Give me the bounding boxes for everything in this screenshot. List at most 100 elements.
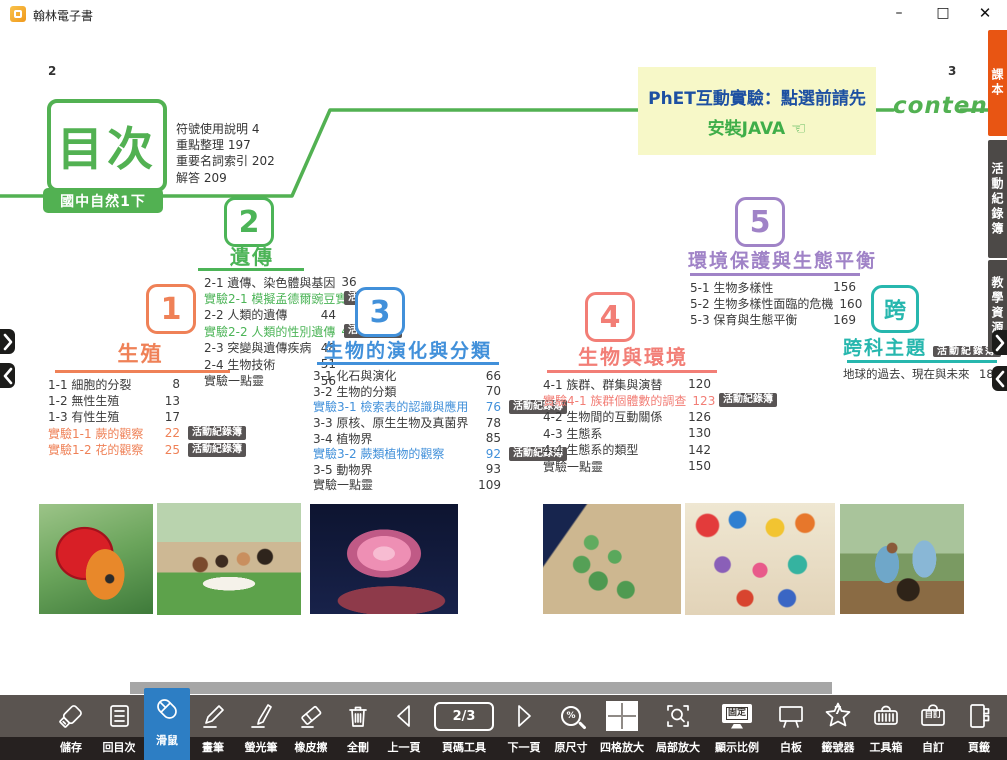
highlighter-pen-icon <box>246 695 276 737</box>
prev-page-button[interactable]: 上一頁 <box>380 695 428 760</box>
toc-item[interactable]: 3-1 化石與演化66 <box>313 368 501 384</box>
page-bottom-strip <box>130 682 832 694</box>
zoom-percent-icon: % <box>561 695 581 737</box>
four-grid-zoom-button[interactable]: 四格放大 <box>594 695 650 760</box>
number-picker-button[interactable]: 7 籤號器 <box>814 695 862 760</box>
pen-tool-button[interactable]: 畫筆 <box>190 695 236 760</box>
close-button[interactable]: ✕ <box>969 1 1001 26</box>
toc-item[interactable]: 5-1 生物多樣性156 <box>690 279 856 295</box>
left-edge-next-button[interactable] <box>0 329 15 354</box>
right-edge-next-button[interactable] <box>992 330 1007 355</box>
four-grid-icon <box>606 695 638 737</box>
chapter-1-icon: 1 <box>146 284 196 334</box>
region-zoom-button[interactable]: 局部放大 <box>650 695 706 760</box>
toc-item[interactable]: 4-2 生物間的互動關係126 <box>543 409 711 425</box>
left-page-number: 2 <box>48 64 56 78</box>
tab-textbook[interactable]: 課本 <box>988 30 1007 136</box>
delete-all-button[interactable]: 全刪 <box>336 695 380 760</box>
right-edge-prev-button[interactable] <box>992 366 1007 391</box>
highlighter-tool-button[interactable]: 螢光筆 <box>236 695 286 760</box>
chapter-5-icon: 5 <box>735 197 785 247</box>
toc-item[interactable]: 5-2 生物多樣性面臨的危機160 <box>690 295 856 311</box>
photo-pink-sea-anemone <box>310 504 458 614</box>
chapter-5-underline <box>690 273 860 276</box>
chevron-right-icon <box>993 333 1007 353</box>
front-matter-item[interactable]: 符號使用說明 4 <box>176 121 275 137</box>
front-matter-item[interactable]: 重點整理 197 <box>176 137 275 153</box>
toc-item[interactable]: 1-3 有性生殖17 <box>48 409 180 425</box>
custom-button[interactable]: 自訂 自訂 <box>910 695 956 760</box>
tab-activity-record-book[interactable]: 活動紀錄簿 <box>988 140 1007 258</box>
trash-icon <box>343 695 373 737</box>
toc-item-experiment[interactable]: 實驗1-2 花的觀察25活動紀錄簿 <box>48 442 180 458</box>
maximize-button[interactable]: □ <box>927 1 959 26</box>
chapter-cross-title[interactable]: 跨科主題活動紀錄簿 <box>843 333 1001 360</box>
toc-item[interactable]: 3-4 植物界85 <box>313 430 501 446</box>
usb-drive-icon <box>56 695 86 737</box>
chapter-3-title[interactable]: 生物的演化與分類 <box>313 336 503 363</box>
activity-book-badge[interactable]: 活動紀錄簿 <box>188 443 246 457</box>
activity-book-badge[interactable]: 活動紀錄簿 <box>719 393 777 407</box>
toc-item[interactable]: 3-3 原核、原生生物及真菌界78 <box>313 415 501 431</box>
chapter-cross-icon: 跨 <box>871 285 919 333</box>
next-page-button[interactable]: 下一頁 <box>500 695 548 760</box>
ebook-app: 翰林電子書 – □ ✕ 2 3 目次 國中自然1下 符號使用說明 4 重點整理 … <box>0 0 1007 760</box>
toc-item[interactable]: 4-1 族群、群集與演替120 <box>543 376 711 392</box>
chapter-2-icon: 2 <box>224 197 274 247</box>
eraser-tool-button[interactable]: 橡皮擦 <box>286 695 336 760</box>
front-matter-item[interactable]: 重要名詞索引 202 <box>176 154 275 170</box>
mouse-tool-button[interactable]: 滑鼠 <box>144 688 190 760</box>
toc-item-experiment[interactable]: 實驗1-1 蕨的觀察22活動紀錄簿 <box>48 425 180 441</box>
toc-item[interactable]: 實驗一點靈109 <box>313 477 501 493</box>
left-edge-prev-button[interactable] <box>0 363 15 388</box>
note-line-1: PhET互動實驗：點選前請先 <box>638 84 876 109</box>
save-button[interactable]: 儲存 <box>48 695 94 760</box>
toc-item[interactable]: 5-3 保育與生態平衡169 <box>690 312 856 328</box>
page-number-tool[interactable]: 2/3 頁碼工具 <box>428 695 500 760</box>
chapter-5-items: 5-1 生物多樣性156 5-2 生物多樣性面臨的危機160 5-3 保育與生態… <box>690 279 856 328</box>
chapter-2-title[interactable]: 遺傳 <box>198 241 306 270</box>
eraser-icon <box>296 695 326 737</box>
display-ratio-button[interactable]: 固定 顯示比例 <box>706 695 768 760</box>
pencil-icon <box>198 695 228 737</box>
toolbox-button[interactable]: 工具箱 <box>862 695 910 760</box>
star-icon: 7 <box>823 695 853 737</box>
back-to-toc-button[interactable]: 回目次 <box>94 695 144 760</box>
chapter-cross-items: 地球的過去、現在與未來182 <box>843 366 1001 382</box>
briefcase-icon: 自訂 <box>918 695 948 737</box>
toc-item[interactable]: 4-4 生態系的類型142 <box>543 442 711 458</box>
toc-item[interactable]: 地球的過去、現在與未來182 <box>843 366 1001 382</box>
note-line-2: 安裝JAVA ☜ <box>638 114 876 139</box>
toc-item-experiment[interactable]: 實驗3-2 蕨類植物的觀察92活動紀錄簿 <box>313 446 501 462</box>
toc-item[interactable]: 2-2 人類的遺傳44 <box>204 307 336 323</box>
toc-item[interactable]: 1-1 細胞的分裂8 <box>48 376 180 392</box>
toc-item[interactable]: 實驗一點靈150 <box>543 458 711 474</box>
original-size-button[interactable]: % 原尺寸 <box>548 695 594 760</box>
chapter-3-icon: 3 <box>355 287 405 337</box>
toc-item-experiment[interactable]: 實驗2-1 模擬孟德爾豌豆實驗40活動紀錄簿 <box>204 290 336 306</box>
toc-item[interactable]: 4-3 生態系130 <box>543 425 711 441</box>
front-matter-list: 符號使用說明 4 重點整理 197 重要名詞索引 202 解答 209 <box>176 121 275 187</box>
activity-book-badge[interactable]: 活動紀錄簿 <box>188 426 246 440</box>
chapter-5-title[interactable]: 環境保護與生態平衡 <box>688 246 863 273</box>
triangle-left-icon <box>389 695 419 737</box>
chapter-3-underline <box>317 362 499 365</box>
toc-item[interactable]: 3-5 動物界93 <box>313 462 501 478</box>
toc-item[interactable]: 2-1 遺傳、染色體與基因36 <box>204 274 336 290</box>
minimize-button[interactable]: – <box>883 1 915 26</box>
toc-list-icon <box>104 695 134 737</box>
toc-item-experiment[interactable]: 實驗4-1 族群個體數的調查123活動紀錄簿 <box>543 392 711 408</box>
chapter-2-underline <box>198 268 304 271</box>
chapter-4-title[interactable]: 生物與環境 <box>543 341 723 370</box>
toc-item-experiment[interactable]: 實驗3-1 檢索表的認識與應用76活動紀錄簿 <box>313 399 501 415</box>
toc-item[interactable]: 1-2 無性生殖13 <box>48 392 180 408</box>
whiteboard-button[interactable]: 白板 <box>768 695 814 760</box>
page-indicator[interactable]: 2/3 <box>434 702 494 731</box>
photo-monarch-butterfly-on-red-flower <box>39 504 153 614</box>
pointing-hand-icon: ☜ <box>791 119 806 139</box>
front-matter-item[interactable]: 解答 209 <box>176 170 275 186</box>
toc-item[interactable]: 3-2 生物的分類70 <box>313 384 501 400</box>
monitor-icon: 固定 <box>722 695 752 737</box>
page-tabs-button[interactable]: 頁籤 <box>956 695 1002 760</box>
chapter-4-underline <box>547 370 717 373</box>
